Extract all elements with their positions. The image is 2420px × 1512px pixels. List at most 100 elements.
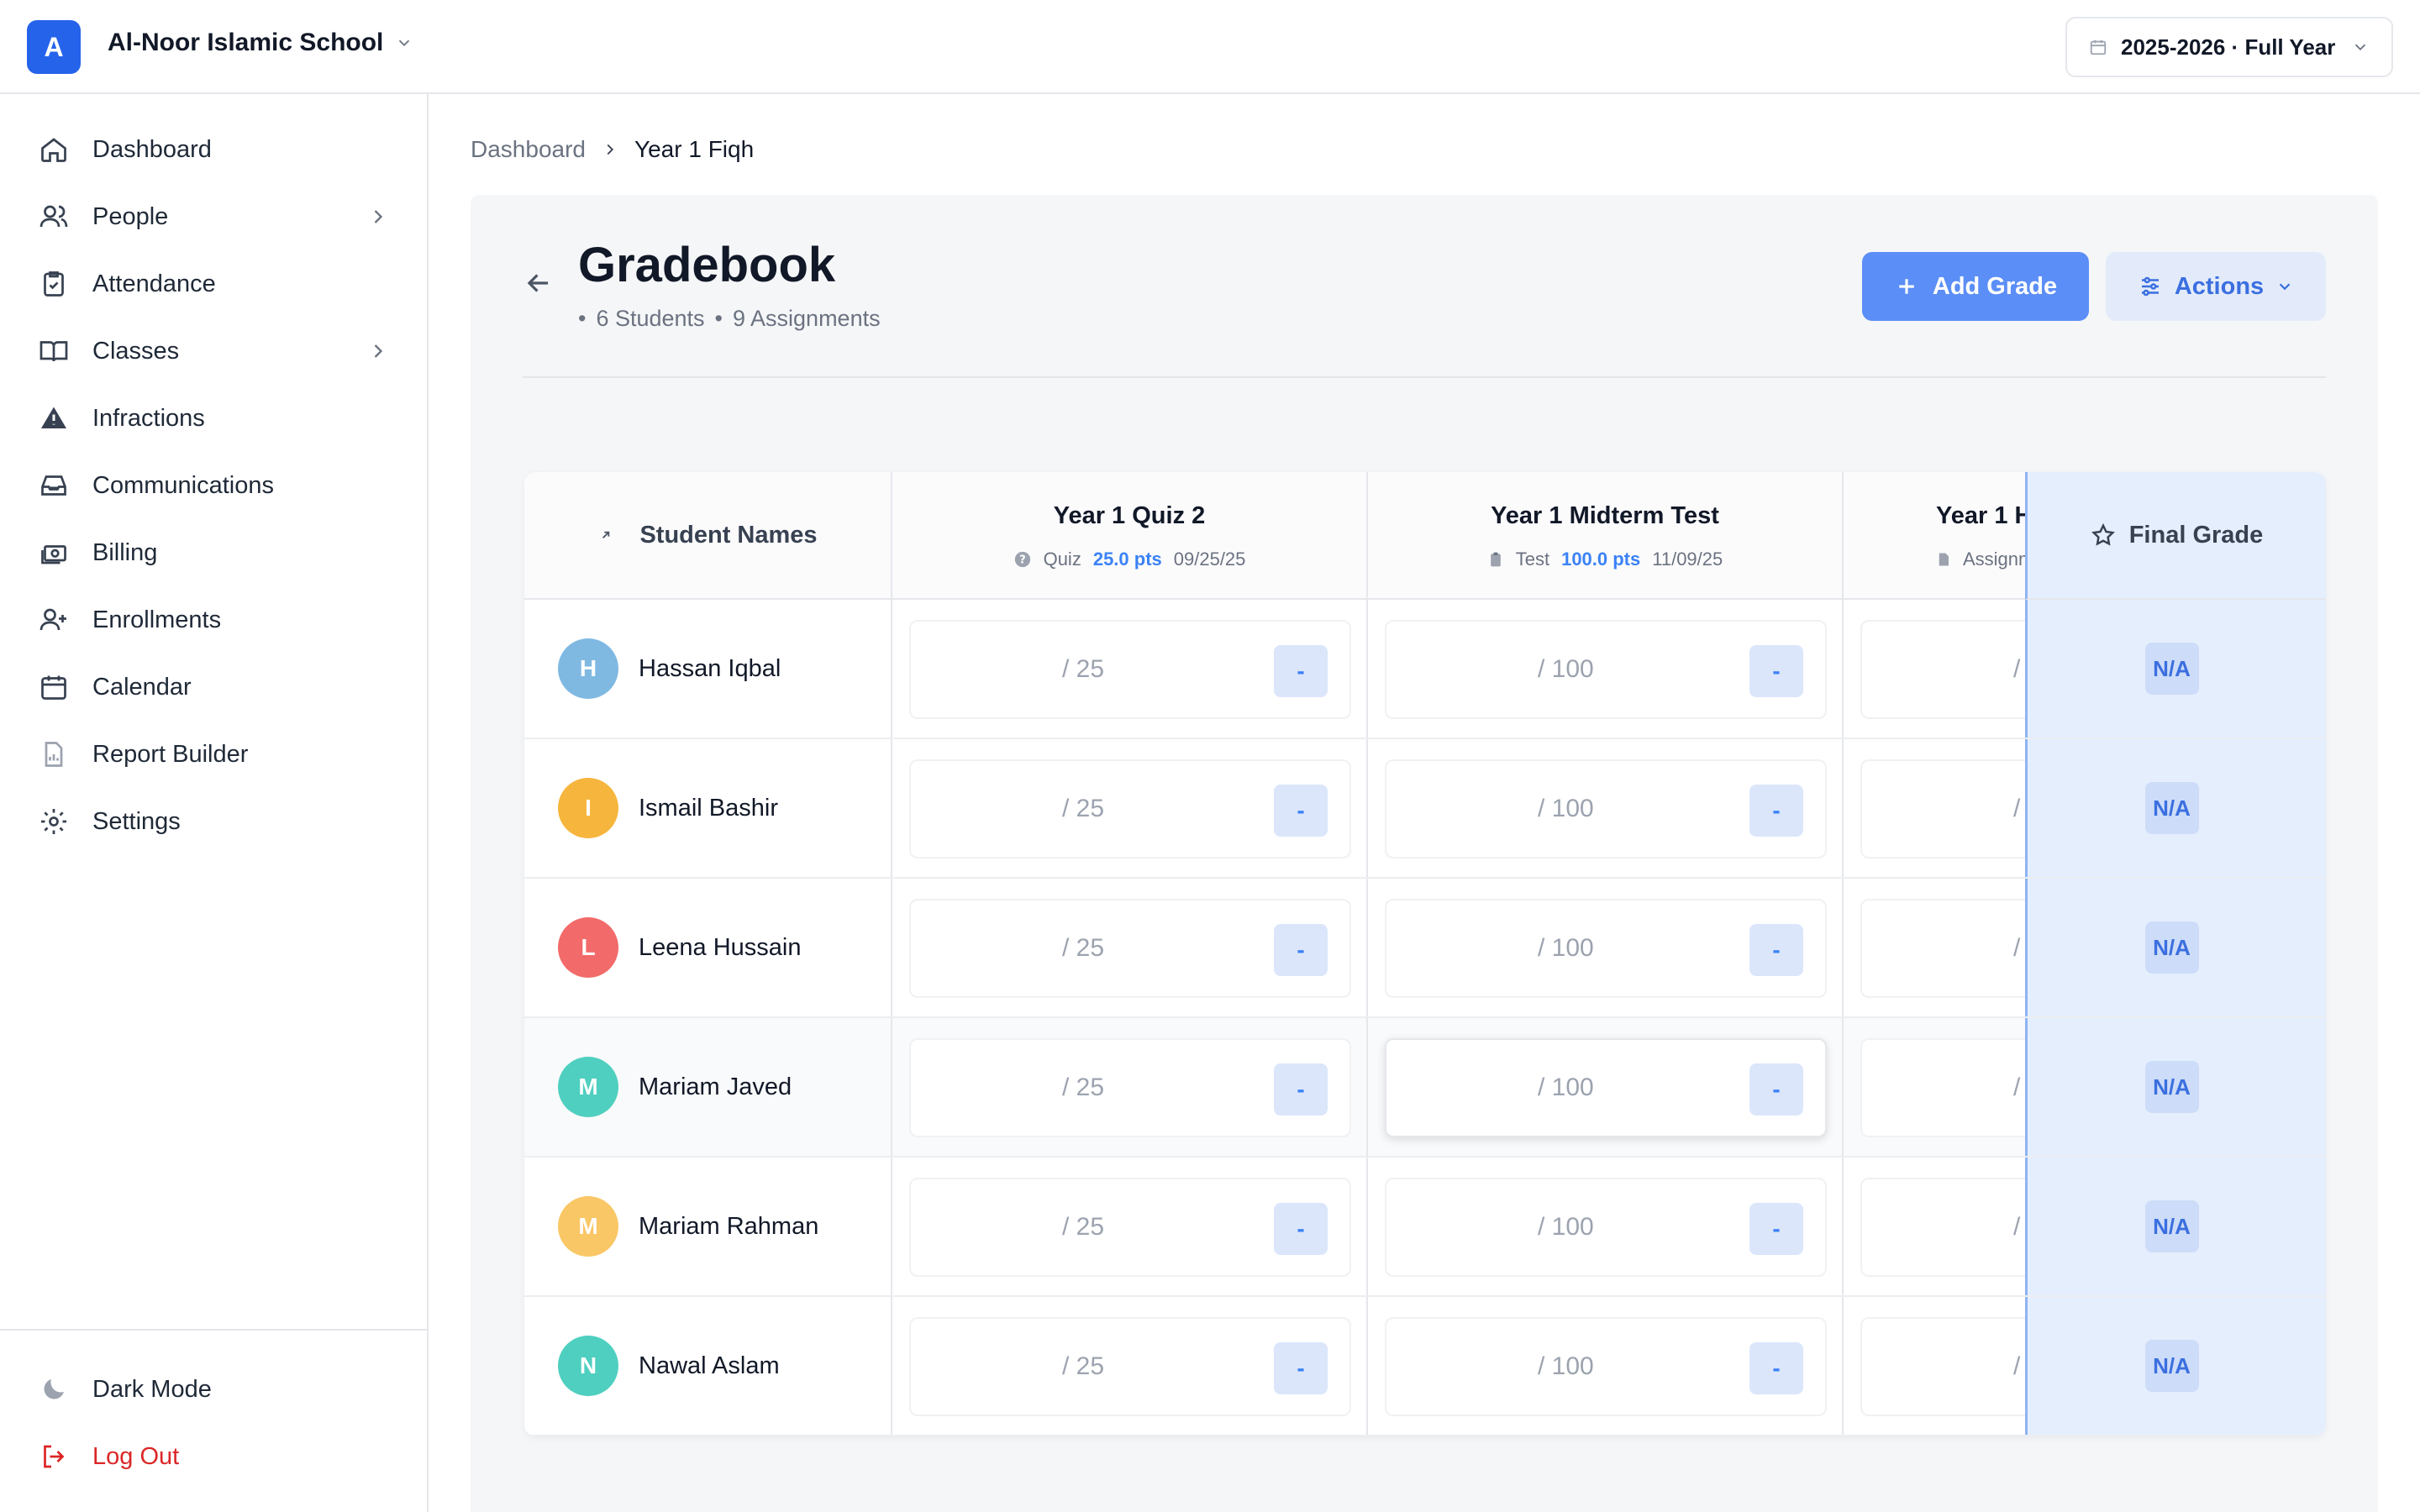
school-logo[interactable]: A <box>27 20 81 74</box>
grade-input[interactable]: / <box>1860 620 2045 719</box>
sort-icon <box>602 531 610 538</box>
grade-input[interactable]: / 25 - <box>909 1178 1351 1277</box>
chevron-down-icon <box>2354 44 2366 51</box>
student-name: Leena Hussain <box>639 933 802 961</box>
dark-mode-toggle[interactable]: Dark Mode <box>37 1364 390 1415</box>
letter-grade-badge[interactable]: - <box>1749 1063 1803 1116</box>
grade-input[interactable]: / 100 - <box>1385 1178 1827 1277</box>
student-names-header[interactable]: Student Names <box>524 472 892 600</box>
grade-input[interactable]: / 100 - <box>1385 759 1827 858</box>
assignment-count: 9 Assignments <box>733 306 881 331</box>
sidebar-item-infractions[interactable]: Infractions <box>37 393 390 444</box>
grade-input[interactable]: / 100 - <box>1385 899 1827 998</box>
sidebar-item-calendar[interactable]: Calendar <box>37 662 390 712</box>
sidebar-item-billing[interactable]: Billing <box>37 528 390 578</box>
sidebar: Dashboard People Attendance Classes Infr… <box>0 94 429 1512</box>
plus-icon <box>1899 279 1914 294</box>
grade-input[interactable]: / 25 - <box>909 1038 1351 1137</box>
final-grade-cell: N/A <box>2025 1158 2326 1295</box>
grade-input[interactable]: / <box>1860 1317 2045 1416</box>
log-out-icon <box>37 1440 71 1473</box>
sidebar-item-settings[interactable]: Settings <box>37 796 390 847</box>
student-name-cell[interactable]: M Mariam Rahman <box>524 1158 892 1295</box>
sidebar-item-classes[interactable]: Classes <box>37 326 390 376</box>
grade-input[interactable]: / <box>1860 759 2045 858</box>
assignment-header[interactable]: Year 1 H Assignm <box>1844 472 2045 600</box>
grade-input[interactable]: / 100 - <box>1385 1038 1827 1137</box>
back-arrow-icon[interactable] <box>523 267 555 299</box>
sidebar-footer: Dark Mode Log Out <box>0 1329 427 1512</box>
student-name-cell[interactable]: L Leena Hussain <box>524 879 892 1016</box>
final-grade-badge: N/A <box>2144 1340 2199 1392</box>
grade-input[interactable]: / 25 - <box>909 1317 1351 1416</box>
log-out-button[interactable]: Log Out <box>37 1431 390 1482</box>
letter-grade-badge[interactable]: - <box>1274 924 1328 976</box>
student-name-cell[interactable]: M Mariam Javed <box>524 1018 892 1156</box>
actions-dropdown-button[interactable]: Actions <box>2106 252 2326 321</box>
sidebar-item-attendance[interactable]: Attendance <box>37 259 390 309</box>
grade-input[interactable]: / 25 - <box>909 759 1351 858</box>
breadcrumb-current: Year 1 Fiqh <box>634 136 755 162</box>
grade-input[interactable]: / 25 - <box>909 620 1351 719</box>
grade-cell: / <box>1844 879 2045 1016</box>
letter-grade-badge[interactable]: - <box>1274 1342 1328 1394</box>
avatar: L <box>558 917 618 978</box>
letter-grade-badge[interactable]: - <box>1274 1203 1328 1255</box>
school-year-select[interactable]: 2025-2026 · Full Year <box>2065 17 2393 77</box>
final-grade-badge: N/A <box>2144 1200 2199 1252</box>
book-open-icon <box>37 334 71 368</box>
breadcrumb-root[interactable]: Dashboard <box>471 136 586 163</box>
school-switcher[interactable]: Al-Noor Islamic School <box>108 29 413 57</box>
chevron-right-icon <box>374 344 383 358</box>
sidebar-item-enrollments[interactable]: Enrollments <box>37 595 390 645</box>
grade-input[interactable]: / 100 - <box>1385 620 1827 719</box>
breadcrumb: Dashboard Year 1 Fiqh <box>471 136 754 163</box>
table-row: H Hassan Iqbal / 25 - / 100 - / N/A <box>524 600 2326 739</box>
calendar-icon <box>37 670 71 704</box>
student-name: Hassan Iqbal <box>639 654 781 682</box>
grade-input[interactable]: / 25 - <box>909 899 1351 998</box>
letter-grade-badge[interactable]: - <box>1749 1342 1803 1394</box>
student-name-cell[interactable]: H Hassan Iqbal <box>524 600 892 738</box>
final-grade-cell: N/A <box>2025 739 2326 877</box>
add-grade-button[interactable]: Add Grade <box>1862 252 2089 321</box>
letter-grade-badge[interactable]: - <box>1749 1203 1803 1255</box>
grade-cell: / <box>1844 1158 2045 1295</box>
table-row: M Mariam Javed / 25 - / 100 - / N/A <box>524 1018 2326 1158</box>
assignment-header[interactable]: Year 1 Quiz 2 ? Quiz 25.0 pts 09/25/25 <box>892 472 1368 600</box>
user-plus-icon <box>37 603 71 637</box>
grade-cell: / 100 - <box>1368 1158 1844 1295</box>
letter-grade-badge[interactable]: - <box>1749 924 1803 976</box>
grade-input[interactable]: / 100 - <box>1385 1317 1827 1416</box>
grade-input[interactable]: / <box>1860 899 2045 998</box>
final-grade-header[interactable]: Final Grade <box>2025 472 2326 600</box>
clipboard-icon <box>1490 552 1501 567</box>
student-name: Nawal Aslam <box>639 1352 780 1379</box>
avatar: M <box>558 1057 618 1117</box>
letter-grade-badge[interactable]: - <box>1749 645 1803 697</box>
letter-grade-badge[interactable]: - <box>1274 785 1328 837</box>
users-icon <box>37 200 71 234</box>
chevron-right-icon <box>607 144 614 155</box>
avatar: M <box>558 1196 618 1257</box>
avatar: H <box>558 638 618 699</box>
grade-cell: / <box>1844 1018 2045 1156</box>
sidebar-item-communications[interactable]: Communications <box>37 460 390 511</box>
grade-input[interactable]: / <box>1860 1178 2045 1277</box>
letter-grade-badge[interactable]: - <box>1749 785 1803 837</box>
assignment-header[interactable]: Year 1 Midterm Test Test 100.0 pts 11/09… <box>1368 472 1844 600</box>
letter-grade-badge[interactable]: - <box>1274 1063 1328 1116</box>
sidebar-item-dashboard[interactable]: Dashboard <box>37 124 390 175</box>
final-grade-cell: N/A <box>2025 879 2326 1016</box>
sidebar-item-people[interactable]: People <box>37 192 390 242</box>
grade-input[interactable]: / <box>1860 1038 2045 1137</box>
document-icon <box>1939 553 1949 566</box>
grade-cell: / 25 - <box>892 1158 1368 1295</box>
letter-grade-badge[interactable]: - <box>1274 645 1328 697</box>
grade-cell: / 25 - <box>892 739 1368 877</box>
student-name-cell[interactable]: N Nawal Aslam <box>524 1297 892 1435</box>
student-name: Mariam Javed <box>639 1073 792 1100</box>
sidebar-item-report-builder[interactable]: Report Builder <box>37 729 390 780</box>
grade-cell: / 100 - <box>1368 879 1844 1016</box>
student-name-cell[interactable]: I Ismail Bashir <box>524 739 892 877</box>
